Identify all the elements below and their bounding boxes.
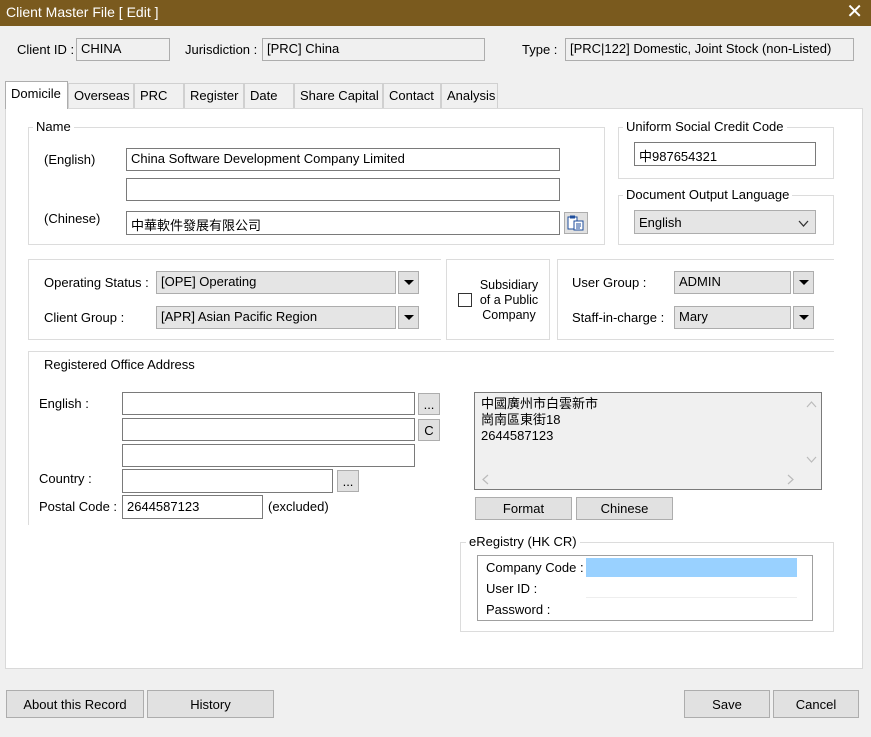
subsidiary-checkbox[interactable]: [458, 293, 472, 307]
eregistry-title: eRegistry (HK CR): [466, 534, 580, 549]
name-chinese-field[interactable]: 中華軟件發展有限公司: [126, 211, 560, 235]
name-chinese-label: (Chinese): [44, 211, 101, 226]
name-english-field-2[interactable]: [126, 178, 560, 201]
staff-field[interactable]: Mary: [674, 306, 791, 329]
name-english-field[interactable]: China Software Development Company Limit…: [126, 148, 560, 171]
user-id-label: User ID :: [486, 581, 538, 596]
address-title: Registered Office Address: [44, 357, 195, 372]
address-c-button[interactable]: C: [418, 419, 440, 441]
client-id-label: Client ID :: [17, 42, 75, 57]
staff-dropdown[interactable]: [793, 306, 814, 329]
address-preview-text: 中國廣州市白雲新市 崗南區東街18 2644587123: [481, 396, 598, 444]
user-group-field[interactable]: ADMIN: [674, 271, 791, 294]
address-lookup-button[interactable]: ...: [418, 393, 440, 415]
address-english-label: English :: [39, 396, 89, 411]
name-group-title: Name: [33, 119, 74, 134]
chevron-down-icon: [798, 280, 809, 285]
doc-lang-title: Document Output Language: [623, 187, 793, 202]
vertical-scrollbar[interactable]: [803, 394, 820, 470]
client-group-field[interactable]: [APR] Asian Pacific Region: [156, 306, 396, 329]
company-code-field[interactable]: [586, 558, 797, 577]
user-id-field[interactable]: [586, 579, 797, 598]
chevron-down-icon: [403, 315, 414, 320]
address-line-3[interactable]: [122, 444, 415, 467]
tab-register[interactable]: Register: [184, 83, 244, 109]
address-preview-line: 2644587123: [481, 428, 554, 443]
company-code-label: Company Code :: [486, 560, 584, 575]
address-preview-line: 中國廣州市白雲新市: [481, 396, 599, 411]
tab-contact[interactable]: Contact: [383, 83, 441, 109]
uscc-field[interactable]: 中987654321: [634, 142, 816, 166]
about-record-button[interactable]: About this Record: [6, 690, 144, 718]
paste-icon[interactable]: [564, 212, 588, 234]
uscc-title: Uniform Social Credit Code: [623, 119, 787, 134]
password-label: Password :: [486, 602, 551, 617]
name-english-label: (English): [44, 152, 96, 167]
tab-domicile[interactable]: Domicile: [5, 81, 68, 109]
type-label: Type :: [522, 42, 558, 57]
chevron-down-icon: [798, 216, 809, 231]
tab-overseas[interactable]: Overseas: [68, 83, 134, 109]
tab-analysis[interactable]: Analysis: [441, 83, 498, 109]
staff-label: Staff-in-charge :: [572, 310, 665, 325]
operating-status-field[interactable]: [OPE] Operating: [156, 271, 396, 294]
type-field: [PRC|122] Domestic, Joint Stock (non-Lis…: [565, 38, 854, 61]
format-button[interactable]: Format: [475, 497, 572, 520]
password-field[interactable]: [586, 600, 797, 619]
jurisdiction-label: Jurisdiction :: [185, 42, 258, 57]
save-button[interactable]: Save: [684, 690, 770, 718]
operating-status-label: Operating Status :: [44, 275, 149, 290]
cancel-button[interactable]: Cancel: [773, 690, 859, 718]
history-button[interactable]: History: [147, 690, 274, 718]
postal-code-field[interactable]: 2644587123: [122, 495, 263, 519]
address-preview[interactable]: 中國廣州市白雲新市 崗南區東街18 2644587123: [474, 392, 822, 490]
doc-lang-value: English: [639, 215, 682, 230]
user-group-dropdown[interactable]: [793, 271, 814, 294]
client-group-label: Client Group :: [44, 310, 125, 325]
jurisdiction-field: [PRC] China: [262, 38, 485, 61]
chinese-button[interactable]: Chinese: [576, 497, 673, 520]
horizontal-scrollbar[interactable]: [476, 471, 802, 488]
title-bar: Client Master File [ Edit ] ✕: [0, 0, 871, 26]
close-icon[interactable]: ✕: [846, 1, 863, 23]
chevron-down-icon: [798, 315, 809, 320]
chevron-down-icon: [403, 280, 414, 285]
subsidiary-label: Subsidiary of a Public Company: [479, 278, 539, 322]
tab-prc[interactable]: PRC: [134, 83, 184, 109]
postal-code-label: Postal Code :: [39, 499, 118, 514]
window-title: Client Master File [ Edit ]: [6, 4, 159, 20]
address-line-2[interactable]: [122, 418, 415, 441]
client-id-field: CHINA: [76, 38, 170, 61]
tab-date[interactable]: Date: [244, 83, 294, 109]
operating-status-dropdown[interactable]: [398, 271, 419, 294]
country-lookup-button[interactable]: ...: [337, 470, 359, 492]
excluded-label: (excluded): [268, 499, 329, 514]
country-label: Country :: [39, 471, 92, 486]
address-line-1[interactable]: [122, 392, 415, 415]
user-group-label: User Group :: [572, 275, 647, 290]
country-field[interactable]: [122, 469, 333, 493]
client-group-dropdown[interactable]: [398, 306, 419, 329]
tab-share-capital[interactable]: Share Capital: [294, 83, 383, 109]
doc-lang-select[interactable]: English: [634, 210, 816, 234]
address-preview-line: 崗南區東街18: [481, 412, 561, 427]
